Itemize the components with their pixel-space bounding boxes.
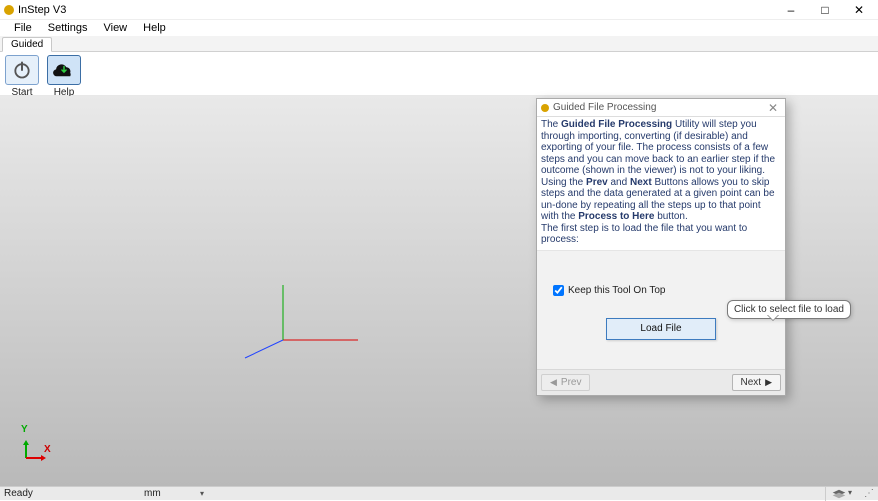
titlebar: InStep V3 – □ ✕ xyxy=(0,0,878,20)
maximize-button[interactable]: □ xyxy=(808,0,842,20)
load-file-button[interactable]: Load File xyxy=(606,318,716,340)
cloud-download-icon xyxy=(53,61,75,79)
dialog-footer: ◀ Prev Next ▶ xyxy=(537,369,785,395)
origin-axes-3d xyxy=(243,280,403,400)
prev-button: ◀ Prev xyxy=(541,374,590,391)
menubar: File Settings View Help xyxy=(0,20,878,36)
status-layers-dropdown[interactable] xyxy=(825,487,852,501)
axis-x-label: X xyxy=(44,444,51,455)
dialog-icon xyxy=(541,104,549,112)
dialog-description: The Guided File Processing Utility will … xyxy=(537,117,785,251)
minimize-button[interactable]: – xyxy=(774,0,808,20)
dialog-close-icon[interactable]: ✕ xyxy=(765,101,781,115)
tabstrip: Guided xyxy=(0,36,878,52)
status-unit[interactable]: mm xyxy=(144,488,204,499)
close-button[interactable]: ✕ xyxy=(842,0,876,20)
layers-icon xyxy=(832,489,846,499)
power-icon xyxy=(12,60,32,80)
keep-on-top-input[interactable] xyxy=(553,285,564,296)
menu-help[interactable]: Help xyxy=(135,21,174,35)
keep-on-top-checkbox[interactable]: Keep this Tool On Top xyxy=(553,285,773,296)
status-ready: Ready xyxy=(4,488,144,499)
window-title: InStep V3 xyxy=(18,4,66,16)
next-arrow-icon: ▶ xyxy=(765,377,772,388)
prev-arrow-icon: ◀ xyxy=(550,377,557,388)
next-button[interactable]: Next ▶ xyxy=(732,374,781,391)
menu-settings[interactable]: Settings xyxy=(40,21,96,35)
dialog-titlebar[interactable]: Guided File Processing ✕ xyxy=(537,99,785,117)
status-bar: Ready mm ⋰ xyxy=(0,486,878,500)
load-file-tooltip: Click to select file to load xyxy=(727,300,851,319)
axis-gizmo-2d: Y X xyxy=(22,440,48,462)
axis-y-label: Y xyxy=(21,424,28,435)
dialog-title: Guided File Processing xyxy=(553,102,765,113)
toolbar: Start Help xyxy=(0,52,878,96)
resize-grip-icon[interactable]: ⋰ xyxy=(862,488,874,499)
keep-on-top-label: Keep this Tool On Top xyxy=(568,285,665,296)
app-icon xyxy=(4,5,14,15)
start-button[interactable]: Start xyxy=(4,55,40,98)
menu-file[interactable]: File xyxy=(6,21,40,35)
tab-guided[interactable]: Guided xyxy=(2,37,52,52)
guided-file-processing-dialog: Guided File Processing ✕ The Guided File… xyxy=(536,98,786,396)
help-button[interactable]: Help xyxy=(46,55,82,98)
menu-view[interactable]: View xyxy=(95,21,135,35)
